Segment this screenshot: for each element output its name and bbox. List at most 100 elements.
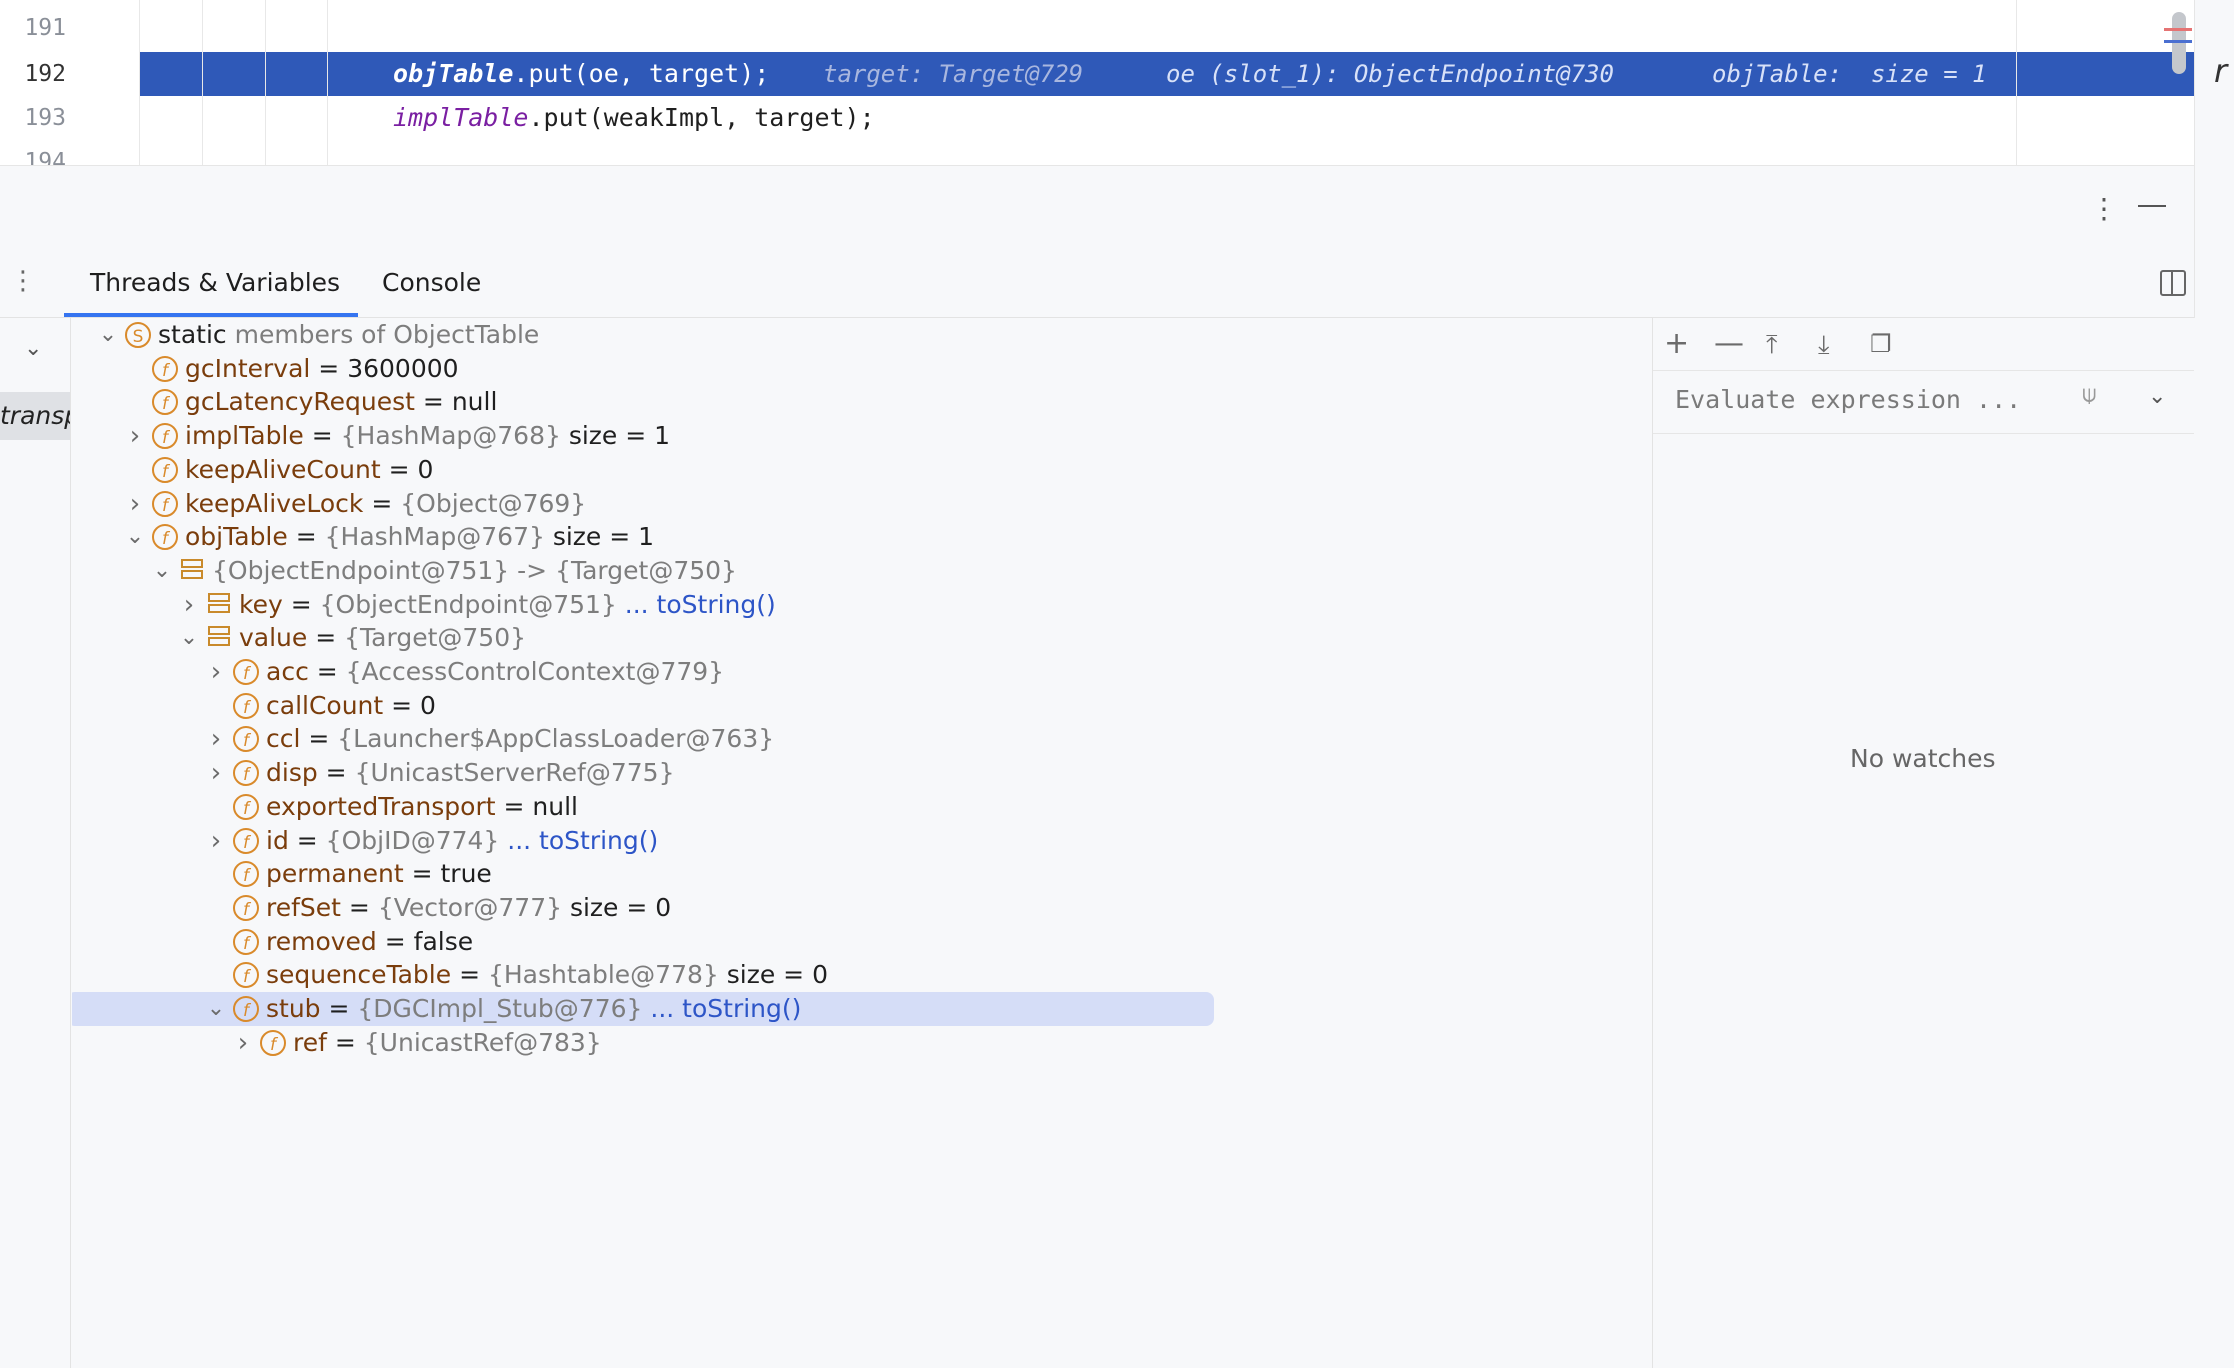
code-line[interactable]: 194 [0, 140, 2194, 165]
chevron-right-icon[interactable]: › [206, 824, 226, 858]
move-down-icon[interactable]: ⤓ [1818, 330, 1830, 361]
collection-size: size = 1 [544, 522, 655, 552]
inlay-hint-objtable[interactable]: objTable: size = 1 [1712, 52, 1987, 96]
duplicate-icon[interactable]: ❐ [1870, 330, 1892, 358]
chevron-down-icon[interactable]: ⌄ [98, 318, 118, 352]
tree-row[interactable]: › key = {ObjectEndpoint@751} ... toString… [72, 588, 1222, 622]
panel-options-icon[interactable]: ⋮ [2090, 192, 2118, 225]
variables-tree[interactable]: ⌄ Sstatic members of ObjectTable f gcInterv… [72, 318, 1652, 1368]
field-icon: f [233, 793, 259, 820]
tree-row[interactable]: f gcInterval = 3600000 [72, 352, 1222, 386]
tab-threads-variables[interactable]: Threads & Variables [90, 268, 340, 297]
tree-row[interactable]: f keepAliveCount = 0 [72, 453, 1222, 487]
tab-console[interactable]: Console [382, 268, 481, 297]
tree-row-text: gcLatencyRequest = null [185, 385, 497, 419]
code-line-current[interactable]: 192 objTable.put(oe, target); target: Ta… [0, 52, 2194, 96]
tree-row[interactable]: › f keepAliveLock = {Object@769} [72, 487, 1222, 521]
object-reference: {DGCImpl_Stub@776} [357, 994, 643, 1023]
tree-row-text: key = {ObjectEndpoint@751} ... toString(… [239, 588, 776, 622]
object-reference: {UnicastRef@783} [363, 1027, 602, 1057]
equals-sign: = [320, 994, 358, 1023]
code-line[interactable]: 191 [0, 6, 2194, 50]
tree-row-text: id = {ObjID@774} ... toString() [266, 824, 658, 858]
object-reference: {Object@769} [400, 488, 587, 518]
tree-row-text: callCount = 0 [266, 689, 436, 723]
tree-row[interactable]: f sequenceTable = {Hashtable@778} size = … [72, 958, 1222, 992]
tree-row[interactable]: › f implTable = {HashMap@768} size = 1 [72, 419, 1222, 453]
editor-scrollbar-thumb[interactable] [2172, 12, 2186, 74]
equals-sign: = [451, 960, 488, 990]
tree-row[interactable]: › f disp = {UnicastServerRef@775} [72, 756, 1222, 790]
layout-settings-icon[interactable] [2160, 270, 2186, 296]
tree-row[interactable]: ⌄ f objTable = {HashMap@767} size = 1 [72, 520, 1222, 554]
field-icon: f [233, 692, 259, 719]
chevron-down-icon[interactable]: ⌄ [206, 992, 226, 1026]
inlay-hint-oe[interactable]: oe (slot_1): ObjectEndpoint@730 [1166, 52, 1614, 96]
equals-sign: = [403, 859, 441, 889]
tree-row[interactable]: f refSet = {Vector@777} size = 0 [72, 891, 1222, 925]
code-text: objTable.put(oe, target); [393, 59, 770, 88]
object-reference: {ObjID@774} [325, 825, 500, 855]
hide-panel-icon[interactable] [2138, 205, 2166, 207]
field-icon: f [233, 861, 259, 888]
field-icon: f [233, 760, 259, 787]
tree-row[interactable]: › f ref = {UnicastRef@783} [72, 1026, 1222, 1060]
collection-size: size = 0 [718, 960, 828, 990]
add-icon[interactable]: + [1664, 326, 1689, 361]
chevron-down-icon[interactable]: ⌄ [2148, 384, 2166, 409]
tree-row-text: refSet = {Vector@777} size = 0 [266, 891, 671, 925]
variable-value: true [440, 859, 492, 889]
error-stripe-marker[interactable] [2164, 28, 2192, 31]
equals-sign: = [326, 1027, 364, 1057]
variable-name: id [266, 825, 289, 855]
object-reference: {AccessControlContext@779} [345, 657, 725, 686]
object-reference: {Launcher$AppClassLoader@763} [337, 724, 775, 754]
to-string-link[interactable]: ... toString() [642, 994, 801, 1023]
tree-row[interactable]: › f id = {ObjID@774} ... toString() [72, 824, 1222, 858]
add-watch-icon[interactable]: ⍦ [2082, 380, 2096, 408]
chevron-down-icon[interactable]: ⌄ [125, 520, 145, 554]
chevron-right-icon[interactable]: › [233, 1026, 253, 1060]
field-icon: f [152, 355, 178, 382]
variable-value: null [451, 387, 498, 417]
code-editor[interactable]: 191 192 objTable.put(oe, target); target… [0, 0, 2194, 166]
tree-row[interactable]: f removed = false [72, 925, 1222, 959]
tree-row[interactable]: f exportedTransport = null [72, 790, 1222, 824]
tree-row[interactable]: › f acc = {AccessControlContext@779} [72, 655, 1222, 689]
tree-row[interactable]: f gcLatencyRequest = null [72, 385, 1222, 419]
field-icon: f [152, 389, 178, 416]
evaluate-expression-placeholder[interactable]: Evaluate expression ... [1675, 385, 2021, 414]
to-string-link[interactable]: ... toString() [499, 826, 658, 855]
tree-row[interactable]: ⌄ {ObjectEndpoint@751} -> {Target@750} [72, 554, 1222, 588]
tree-row[interactable]: f callCount = 0 [72, 689, 1222, 723]
chevron-right-icon[interactable]: › [206, 756, 226, 790]
chevron-down-icon[interactable]: ⌄ [179, 621, 199, 655]
chevron-right-icon[interactable]: › [179, 588, 199, 622]
tree-row[interactable]: ⌄ value = {Target@750} [72, 621, 1222, 655]
variable-name: removed [266, 926, 377, 956]
remove-icon[interactable]: — [1714, 326, 1744, 361]
caret-stripe-marker[interactable] [2164, 40, 2192, 43]
tree-row-text: sequenceTable = {Hashtable@778} size = 0 [266, 958, 828, 992]
tree-row[interactable]: › f ccl = {Launcher$AppClassLoader@763} [72, 722, 1222, 756]
chevron-right-icon[interactable]: › [125, 419, 145, 453]
tree-row[interactable]: f permanent = true [72, 857, 1222, 891]
chevron-right-icon[interactable]: › [206, 655, 226, 689]
chevron-down-icon[interactable]: ⌄ [152, 554, 172, 588]
tree-row-text: static members of ObjectTable [158, 318, 539, 352]
chevron-right-icon[interactable]: › [206, 722, 226, 756]
chevron-right-icon[interactable]: › [125, 487, 145, 521]
tree-row-selected[interactable]: ⌄ f stub = {DGCImpl_Stub@776} ... toString… [72, 992, 1214, 1026]
object-reference: {HashMap@768} [340, 421, 561, 451]
frame-item[interactable]: transp [0, 392, 70, 440]
chevron-down-icon[interactable]: ⌄ [24, 336, 42, 361]
variable-name: permanent [266, 859, 404, 889]
to-string-link[interactable]: ... toString() [617, 590, 776, 619]
inlay-hint-target[interactable]: target: Target@729 [823, 52, 1083, 96]
code-line[interactable]: 193 implTable.put(weakImpl, target); [0, 96, 2194, 140]
move-up-icon[interactable]: ⤒ [1766, 330, 1778, 361]
tabs-drag-handle-icon[interactable]: ⋮ [10, 266, 36, 296]
tree-row[interactable]: ⌄ Sstatic members of ObjectTable [72, 318, 1222, 352]
object-reference: {ObjectEndpoint@751} [319, 589, 617, 619]
equals-sign: = [303, 421, 341, 451]
